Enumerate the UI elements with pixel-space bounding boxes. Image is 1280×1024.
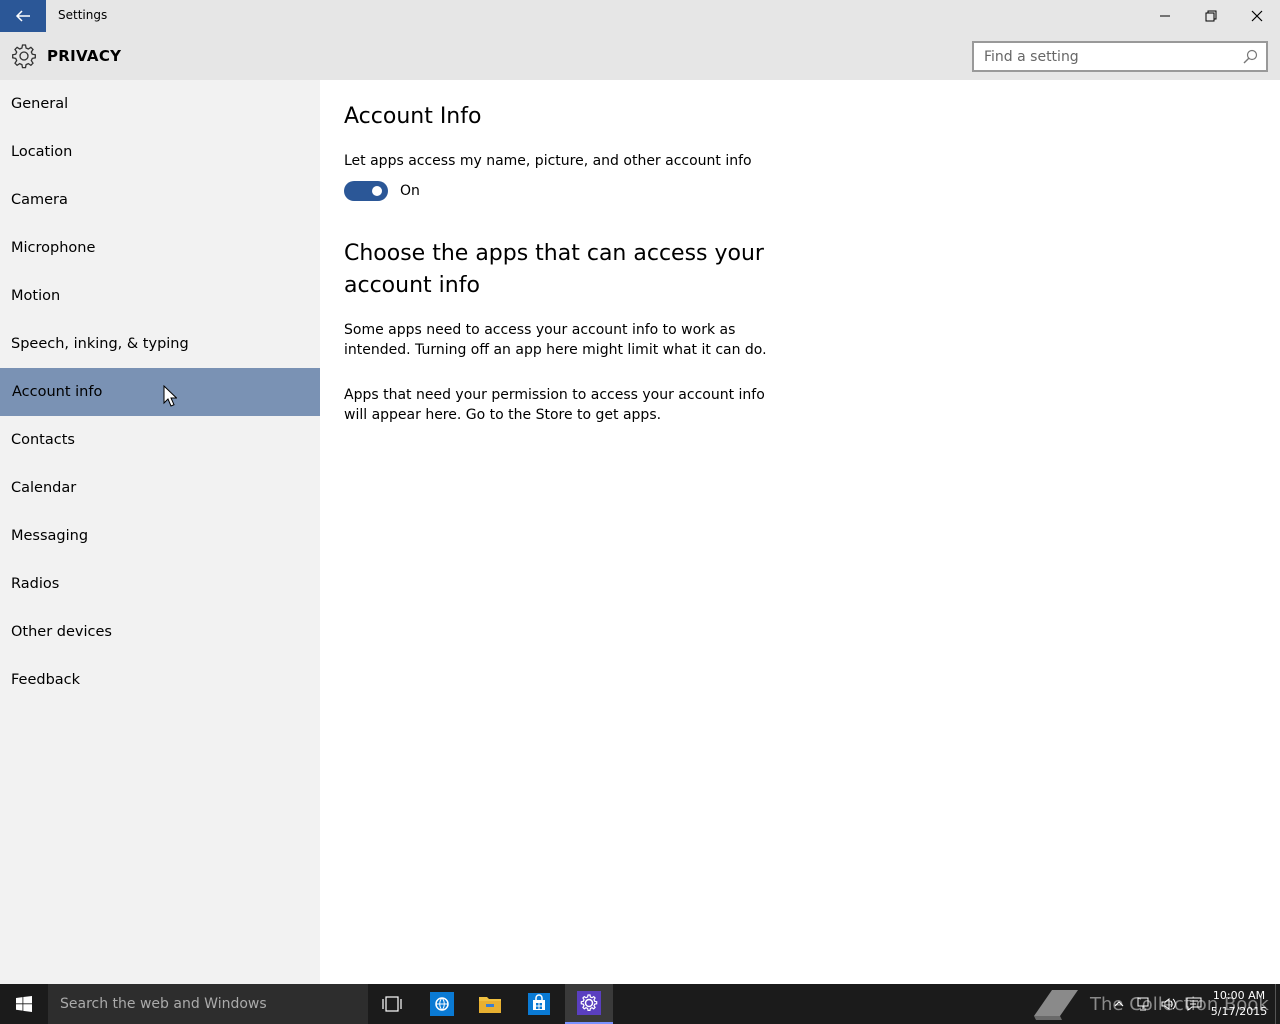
minimize-button[interactable] bbox=[1142, 0, 1188, 32]
folder-icon bbox=[479, 997, 501, 1013]
sidebar-item-label: Location bbox=[11, 144, 73, 160]
minimize-icon bbox=[1160, 15, 1170, 17]
sidebar-item-account-info[interactable]: Account info bbox=[0, 368, 320, 416]
sidebar-item-label: Feedback bbox=[11, 672, 81, 688]
start-button[interactable] bbox=[0, 984, 48, 1024]
action-center-icon[interactable] bbox=[1186, 996, 1202, 1012]
sidebar: General Location Camera Microphone Motio… bbox=[0, 80, 320, 984]
sidebar-item-label: Microphone bbox=[11, 240, 96, 256]
apps-empty-message: Apps that need your permission to access… bbox=[344, 387, 765, 423]
file-explorer-button[interactable] bbox=[466, 984, 514, 1024]
arrow-left-icon bbox=[15, 10, 30, 22]
store-button[interactable] bbox=[515, 984, 563, 1024]
sidebar-item-label: Account info bbox=[12, 384, 103, 400]
sidebar-item-speech[interactable]: Speech, inking, & typing bbox=[0, 320, 320, 368]
taskbar-search-input[interactable] bbox=[60, 996, 360, 1012]
close-icon bbox=[1251, 10, 1263, 22]
sidebar-item-label: Calendar bbox=[11, 480, 77, 496]
restore-button[interactable] bbox=[1188, 0, 1234, 32]
sidebar-item-label: Messaging bbox=[11, 528, 89, 544]
browser-icon bbox=[430, 992, 454, 1016]
sidebar-item-label: Other devices bbox=[11, 624, 112, 640]
sidebar-item-microphone[interactable]: Microphone bbox=[0, 224, 320, 272]
sidebar-item-label: Motion bbox=[11, 288, 61, 304]
taskbar-search[interactable] bbox=[48, 984, 368, 1024]
clock[interactable]: 10:00 AM 5/17/2015 bbox=[1206, 988, 1272, 1020]
close-button[interactable] bbox=[1234, 0, 1280, 32]
clock-date: 5/17/2015 bbox=[1210, 1005, 1268, 1018]
apps-description: Some apps need to access your account in… bbox=[344, 322, 767, 358]
sidebar-item-feedback[interactable]: Feedback bbox=[0, 656, 320, 704]
page-header: PRIVACY bbox=[0, 32, 1280, 80]
back-button[interactable] bbox=[0, 0, 46, 32]
section-heading: Account Info bbox=[344, 104, 482, 129]
search-input[interactable] bbox=[974, 43, 1224, 70]
clock-time: 10:00 AM bbox=[1212, 989, 1266, 1002]
sidebar-item-contacts[interactable]: Contacts bbox=[0, 416, 320, 464]
sidebar-item-calendar[interactable]: Calendar bbox=[0, 464, 320, 512]
sidebar-item-label: Contacts bbox=[11, 432, 75, 448]
toggle-knob bbox=[372, 186, 382, 196]
sidebar-item-motion[interactable]: Motion bbox=[0, 272, 320, 320]
chevron-up-icon[interactable] bbox=[1112, 997, 1126, 1011]
store-bag-icon bbox=[528, 993, 550, 1015]
sidebar-item-camera[interactable]: Camera bbox=[0, 176, 320, 224]
title-bar: Settings bbox=[0, 0, 1280, 32]
restore-icon bbox=[1205, 10, 1217, 22]
network-icon[interactable] bbox=[1136, 996, 1152, 1012]
task-view-button[interactable] bbox=[368, 984, 416, 1024]
taskbar: The Collection Book 10:00 AM 5/17/2015 bbox=[0, 984, 1280, 1024]
toggle-state-label: On bbox=[400, 183, 420, 199]
page-title: PRIVACY bbox=[47, 47, 122, 65]
sidebar-item-other-devices[interactable]: Other devices bbox=[0, 608, 320, 656]
sidebar-item-label: Radios bbox=[11, 576, 60, 592]
toggle-label: Let apps access my name, picture, and ot… bbox=[344, 153, 752, 169]
main-content: Account Info Let apps access my name, pi… bbox=[320, 80, 1280, 984]
search-icon[interactable] bbox=[1243, 49, 1258, 64]
sidebar-item-general[interactable]: General bbox=[0, 80, 320, 128]
task-view-icon bbox=[382, 996, 402, 1012]
sidebar-item-location[interactable]: Location bbox=[0, 128, 320, 176]
account-info-toggle[interactable] bbox=[344, 181, 388, 201]
system-tray bbox=[1112, 984, 1202, 1024]
sidebar-item-label: Speech, inking, & typing bbox=[11, 336, 189, 352]
settings-taskbar-button[interactable] bbox=[565, 984, 613, 1024]
sidebar-item-radios[interactable]: Radios bbox=[0, 560, 320, 608]
window-title: Settings bbox=[58, 8, 108, 22]
apps-subheading: Choose the apps that can access your acc… bbox=[344, 241, 764, 298]
browser-button[interactable] bbox=[418, 984, 466, 1024]
volume-icon[interactable] bbox=[1160, 996, 1178, 1012]
gear-icon bbox=[12, 44, 36, 69]
book-icon bbox=[1034, 990, 1078, 1020]
search-box[interactable] bbox=[972, 41, 1268, 72]
sidebar-item-messaging[interactable]: Messaging bbox=[0, 512, 320, 560]
show-desktop-button[interactable] bbox=[1275, 984, 1280, 1024]
gear-icon bbox=[577, 991, 601, 1015]
mouse-cursor-icon bbox=[163, 385, 177, 407]
sidebar-item-label: Camera bbox=[11, 192, 68, 208]
windows-logo-icon bbox=[16, 996, 32, 1012]
sidebar-item-label: General bbox=[11, 96, 69, 112]
